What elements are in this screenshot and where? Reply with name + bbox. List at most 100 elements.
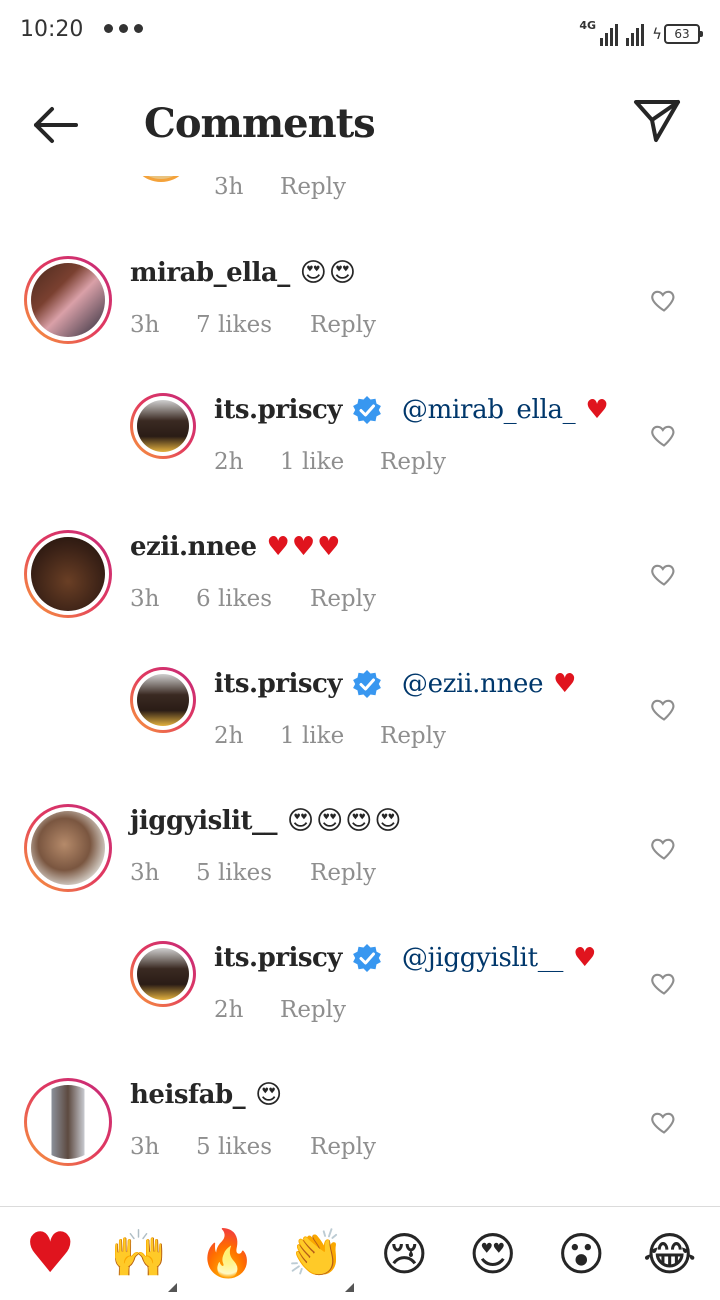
comment-text: 😍😍😍😍 [287, 806, 404, 836]
comment-time: 3h [130, 312, 160, 338]
comment-text: ♥ [573, 943, 599, 973]
reaction-tears-of-joy[interactable]: 😂 [640, 1224, 700, 1284]
surprised-face-icon: 😮 [557, 1226, 606, 1281]
user-photo-avatar [137, 948, 189, 1000]
mention-link[interactable]: @mirab_ella_ [402, 395, 576, 425]
avatar[interactable] [24, 804, 112, 892]
reply-button[interactable]: Reply [310, 1134, 376, 1160]
avatar[interactable] [130, 393, 196, 459]
status-time: 10:20 [20, 17, 84, 42]
comment-meta: 3h 5 likes Reply [130, 860, 376, 886]
clapping-hands-icon: 👏 [287, 1226, 345, 1280]
user-photo-avatar [137, 674, 189, 726]
comment-text: ♥ [553, 669, 579, 699]
comment-meta: 3h Reply [214, 174, 346, 200]
heart-outline-icon[interactable] [650, 421, 678, 449]
likes-count[interactable]: 5 likes [196, 860, 310, 886]
comment-text: 😍 [255, 1080, 285, 1110]
verified-badge-icon [353, 944, 381, 972]
user-photo-avatar [31, 811, 105, 885]
avatar[interactable] [130, 667, 196, 733]
likes-count[interactable]: 1 like [280, 449, 380, 475]
comment-meta: 2h Reply [214, 997, 346, 1023]
comment-text: ♥♥♥ [266, 532, 343, 562]
skin-tone-indicator-icon [167, 1282, 177, 1292]
comment-meta: 3h 6 likes Reply [130, 586, 376, 612]
comments-list[interactable]: 3h Reply mirab_ella_ 😍😍 3h 7 likes Reply… [0, 150, 720, 1205]
comment-username[interactable]: its.priscy [214, 943, 342, 973]
avatar[interactable] [130, 941, 196, 1007]
user-photo-avatar [31, 263, 105, 337]
header: Comments [0, 64, 720, 176]
avatar[interactable] [24, 530, 112, 618]
charging-icon: ϟ [652, 25, 662, 43]
reaction-red-heart[interactable]: ♥ [20, 1224, 80, 1284]
reaction-surprised-face[interactable]: 😮 [551, 1224, 611, 1284]
likes-count[interactable]: 5 likes [196, 1134, 310, 1160]
mention-link[interactable]: @ezii.nnee [402, 669, 544, 699]
reply-button[interactable]: Reply [280, 997, 346, 1023]
signal-strength-icon [600, 24, 619, 46]
reply-button[interactable]: Reply [380, 723, 446, 749]
comment-username[interactable]: jiggyislit__ [130, 806, 278, 836]
comment-time: 3h [130, 860, 160, 886]
reaction-heart-eyes[interactable]: 😍 [463, 1224, 523, 1284]
heart-outline-icon[interactable] [650, 969, 678, 997]
verified-badge-icon [353, 670, 381, 698]
comment-meta: 3h 7 likes Reply [130, 312, 376, 338]
comment-time: 3h [130, 586, 160, 612]
heart-outline-icon[interactable] [650, 695, 678, 723]
mention-link[interactable]: @jiggyislit__ [402, 943, 564, 973]
comment-username[interactable]: its.priscy [214, 395, 342, 425]
reply-button[interactable]: Reply [310, 586, 376, 612]
send-icon [634, 100, 680, 142]
reaction-raising-hands[interactable]: 🙌 [109, 1224, 177, 1292]
network-type-label: 4G [579, 19, 597, 32]
comment-text: ♥ [585, 395, 611, 425]
comment-meta: 3h 5 likes Reply [130, 1134, 376, 1160]
reaction-clapping-hands[interactable]: 👏 [286, 1224, 354, 1292]
battery-indicator: ϟ 63 [652, 22, 703, 46]
comment-username[interactable]: heisfab_ [130, 1080, 246, 1110]
comment-time: 3h [130, 1134, 160, 1160]
comment-text: 😍😍 [299, 258, 358, 288]
crying-face-icon: 😢 [380, 1226, 429, 1281]
reply-button[interactable]: Reply [280, 174, 346, 200]
heart-eyes-icon: 😍 [468, 1226, 517, 1281]
reply-button[interactable]: Reply [310, 312, 376, 338]
share-button[interactable] [632, 96, 682, 146]
comment-time: 2h [214, 723, 244, 749]
page-title: Comments [144, 100, 376, 147]
user-photo-avatar [31, 1085, 105, 1159]
reaction-fire[interactable]: 🔥 [197, 1224, 257, 1284]
avatar[interactable] [24, 256, 112, 344]
skin-tone-indicator-icon [344, 1282, 354, 1292]
back-arrow-icon [34, 107, 78, 143]
heart-outline-icon[interactable] [650, 1108, 678, 1136]
likes-count[interactable]: 7 likes [196, 312, 310, 338]
comment-time: 2h [214, 449, 244, 475]
reaction-crying-face[interactable]: 😢 [374, 1224, 434, 1284]
back-button[interactable] [30, 100, 80, 150]
verified-badge-icon [353, 396, 381, 424]
heart-outline-icon[interactable] [650, 560, 678, 588]
reply-button[interactable]: Reply [310, 860, 376, 886]
comment-time: 3h [214, 174, 244, 200]
signal-strength-icon-2 [626, 24, 645, 46]
status-indicators: 4G ϟ 63 [579, 14, 703, 46]
comment-username[interactable]: ezii.nnee [130, 532, 257, 562]
avatar[interactable] [24, 1078, 112, 1166]
likes-count[interactable]: 6 likes [196, 586, 310, 612]
fire-icon: 🔥 [198, 1226, 256, 1280]
likes-count[interactable]: 1 like [280, 723, 380, 749]
comment-meta: 2h 1 like Reply [214, 449, 446, 475]
reply-button[interactable]: Reply [380, 449, 446, 475]
notification-dots-icon [104, 24, 143, 33]
heart-outline-icon[interactable] [650, 286, 678, 314]
heart-outline-icon[interactable] [650, 834, 678, 862]
tears-of-joy-icon: 😂 [642, 1226, 697, 1281]
comment-username[interactable]: mirab_ella_ [130, 258, 290, 288]
comment-username[interactable]: its.priscy [214, 669, 342, 699]
user-photo-avatar [137, 400, 189, 452]
status-bar: 10:20 4G ϟ 63 [0, 0, 720, 64]
